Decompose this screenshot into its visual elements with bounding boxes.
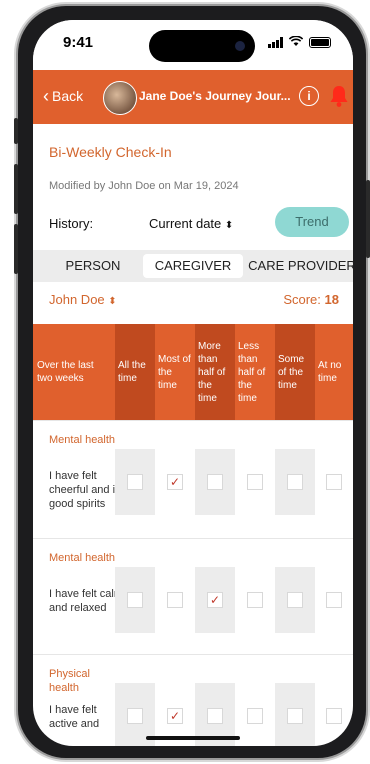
status-bar: 9:41 — [33, 20, 353, 70]
answer-checkbox[interactable] — [127, 592, 143, 608]
question-category: Mental health — [49, 434, 116, 446]
answer-checkbox[interactable] — [287, 592, 303, 608]
question-category: Physical health — [49, 668, 90, 694]
score-label: Score: — [283, 292, 321, 307]
person-name: John Doe — [49, 292, 105, 307]
battery-icon — [309, 37, 331, 48]
sort-updown-icon: ⬍ — [108, 296, 117, 307]
screen: 9:41 ‹ Back Jane Doe's Journey Jour... i… — [33, 20, 353, 746]
status-time: 9:41 — [63, 34, 94, 51]
person-select[interactable]: John Doe ⬍ — [49, 292, 117, 307]
answer-checkbox[interactable] — [326, 592, 342, 608]
header-most-of-the-time: Most of the time — [158, 353, 191, 391]
answer-checkbox[interactable]: ✓ — [207, 592, 223, 608]
table-header: Over the last two weeks All the time Mos… — [33, 324, 353, 420]
header-less-than-half: Less than half of the time — [238, 340, 266, 404]
back-label: Back — [52, 88, 84, 104]
status-icons — [268, 35, 331, 49]
home-indicator[interactable] — [146, 736, 240, 740]
answer-checkbox[interactable] — [326, 708, 342, 724]
trend-button[interactable]: Trend — [275, 207, 349, 237]
answer-checkbox[interactable] — [167, 592, 183, 608]
wifi-icon — [288, 35, 304, 49]
answer-checkbox[interactable] — [247, 592, 263, 608]
chevron-left-icon: ‹ — [43, 86, 49, 106]
journey-title: Jane Doe's Journey Jour... — [139, 89, 291, 103]
answer-checkbox[interactable] — [207, 474, 223, 490]
header-period: Over the last two weeks — [37, 360, 94, 384]
answer-checkbox[interactable]: ✓ — [167, 474, 183, 490]
checkmark-icon: ✓ — [169, 475, 181, 489]
tab-person[interactable]: PERSON — [43, 254, 143, 278]
app-bar: ‹ Back Jane Doe's Journey Jour... i — [33, 70, 353, 124]
answer-checkbox[interactable] — [207, 708, 223, 724]
answer-checkbox[interactable] — [326, 474, 342, 490]
dynamic-island — [149, 30, 255, 62]
history-label: History: — [49, 216, 94, 231]
avatar[interactable] — [103, 81, 137, 115]
bell-icon[interactable] — [329, 84, 349, 108]
question-row: Physical health I have felt active and ✓ — [33, 654, 353, 746]
back-button[interactable]: ‹ Back — [43, 86, 84, 106]
info-icon[interactable]: i — [299, 86, 319, 106]
mute-switch — [14, 118, 18, 144]
role-tabs: PERSON CAREGIVER CARE PROVIDER — [33, 250, 353, 282]
volume-up-button — [14, 164, 18, 214]
score-value: 18 — [324, 292, 339, 307]
modified-info: Modified by John Doe on Mar 19, 2024 — [49, 180, 239, 192]
answer-checkbox[interactable] — [247, 708, 263, 724]
tab-care-provider[interactable]: CARE PROVIDER — [247, 254, 353, 278]
answer-checkbox[interactable] — [127, 708, 143, 724]
tab-caregiver[interactable]: CAREGIVER — [143, 254, 243, 278]
sort-updown-icon: ⬍ — [224, 220, 234, 231]
header-all-the-time: All the time — [115, 324, 155, 420]
answer-checkbox[interactable] — [127, 474, 143, 490]
power-button — [366, 180, 370, 258]
question-category: Mental health — [49, 552, 116, 564]
page-title: Bi-Weekly Check-In — [49, 144, 172, 160]
answer-checkbox[interactable]: ✓ — [167, 708, 183, 724]
answer-checkbox[interactable] — [287, 708, 303, 724]
answer-checkbox[interactable] — [247, 474, 263, 490]
question-row: Mental health I have felt calm and relaxe… — [33, 538, 353, 655]
answer-checkbox[interactable] — [287, 474, 303, 490]
volume-down-button — [14, 224, 18, 274]
question-row: Mental health I have felt cheerful and in… — [33, 420, 353, 539]
score: Score: 18 — [283, 292, 339, 307]
history-date-value: Current date — [149, 216, 222, 231]
header-at-no-time: At no time — [318, 360, 342, 384]
checkmark-icon: ✓ — [169, 709, 181, 723]
checkmark-icon: ✓ — [209, 593, 221, 607]
cellular-signal-icon — [268, 37, 283, 48]
history-date-select[interactable]: Current date ⬍ — [149, 216, 233, 231]
header-some-of-the-time: Some of the time — [275, 324, 315, 420]
header-more-than-half: More than half of the time — [195, 324, 235, 420]
